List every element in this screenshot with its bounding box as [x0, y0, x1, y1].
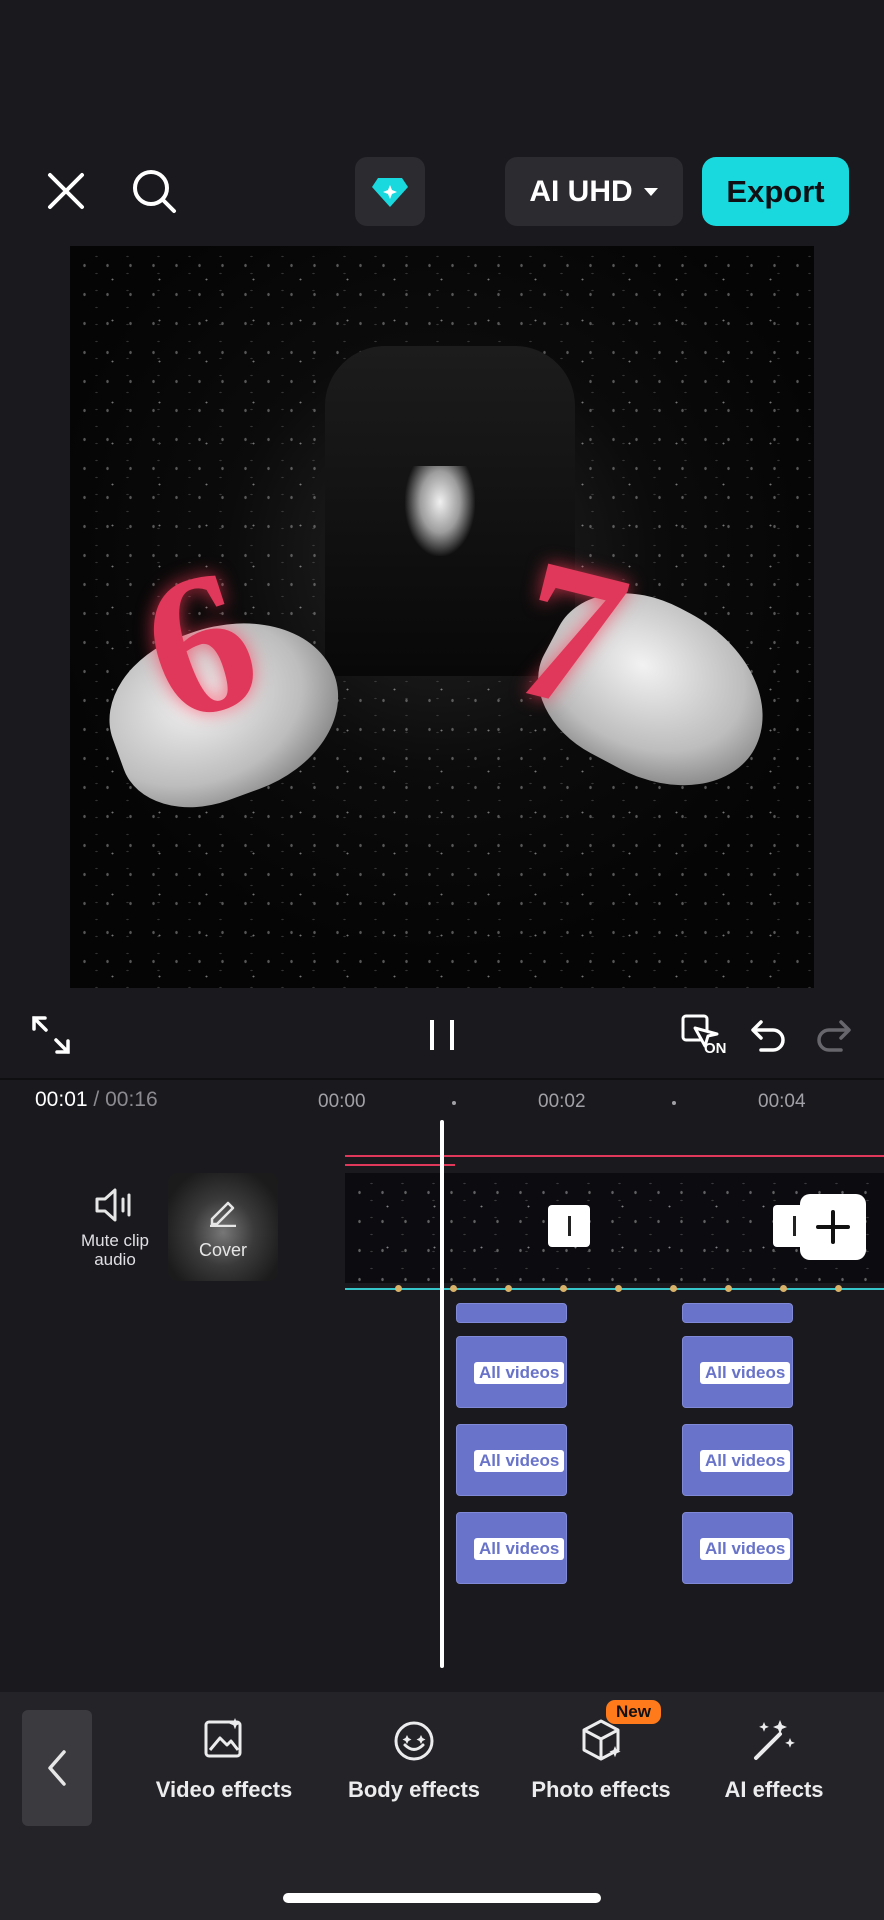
- placeholder-label: All videos: [474, 1362, 565, 1384]
- placeholder-block[interactable]: [682, 1303, 793, 1323]
- placeholder-block[interactable]: All videos: [682, 1512, 793, 1584]
- placeholder-block[interactable]: All videos: [456, 1336, 567, 1408]
- ruler-label-0: 00:00: [318, 1091, 366, 1112]
- back-button[interactable]: [22, 1710, 92, 1826]
- add-clip-button[interactable]: [800, 1194, 866, 1260]
- video-preview[interactable]: 6 7: [70, 246, 814, 988]
- premium-button[interactable]: [355, 157, 425, 226]
- placeholder-label: All videos: [700, 1538, 791, 1560]
- speaker-icon: [95, 1188, 131, 1222]
- ruler-label-2: 00:02: [538, 1091, 586, 1112]
- placeholder-block[interactable]: All videos: [456, 1424, 567, 1496]
- quality-dropdown[interactable]: AI UHD: [505, 157, 683, 226]
- body-effects-icon: [394, 1721, 434, 1761]
- mute-clip-audio-button[interactable]: Mute clip audio: [60, 1185, 170, 1269]
- ai-effects-icon: [754, 1720, 795, 1760]
- ruler-tick: [672, 1101, 676, 1105]
- diamond-icon: [372, 177, 408, 207]
- placeholder-label: All videos: [474, 1538, 565, 1560]
- quality-label: AI UHD: [529, 174, 633, 208]
- keyframe-dot[interactable]: [395, 1285, 402, 1292]
- ruler-label-4: 00:04: [758, 1091, 806, 1112]
- time-separator: /: [93, 1088, 100, 1111]
- pause-icon: [430, 1020, 454, 1050]
- photo-effects-label: Photo effects: [531, 1777, 671, 1802]
- photo-effects-icon: [582, 1719, 621, 1761]
- undo-button[interactable]: [746, 1005, 792, 1065]
- keyframe-dot[interactable]: [835, 1285, 842, 1292]
- current-time: 00:01: [35, 1088, 88, 1111]
- chevron-down-icon: [643, 187, 658, 196]
- redo-icon: [817, 1020, 851, 1052]
- ai-effects-button[interactable]: AI effects: [712, 1716, 836, 1803]
- video-effects-label: Video effects: [155, 1777, 293, 1802]
- keyframe-dot[interactable]: [725, 1285, 732, 1292]
- chevron-left-icon: [48, 1750, 66, 1786]
- cover-button[interactable]: Cover: [168, 1173, 278, 1281]
- fullscreen-button[interactable]: [28, 1005, 74, 1065]
- figure-face: [405, 466, 475, 556]
- redo-button[interactable]: [810, 1005, 856, 1065]
- cover-label: Cover: [198, 1240, 247, 1260]
- plus-icon: [816, 1210, 850, 1244]
- keyframe-dot[interactable]: [780, 1285, 787, 1292]
- ai-effects-label: AI effects: [724, 1777, 824, 1802]
- search-icon: [133, 170, 176, 213]
- placeholder-block[interactable]: All videos: [682, 1336, 793, 1408]
- placeholder-label: All videos: [700, 1362, 791, 1384]
- edit-icon: [210, 1201, 236, 1227]
- undo-icon: [751, 1020, 785, 1052]
- close-icon: [48, 173, 84, 209]
- time-display: 00:01 / 00:16: [35, 1088, 158, 1112]
- keyframe-dot[interactable]: [450, 1285, 457, 1292]
- overlay-track-line: [345, 1164, 455, 1166]
- ruler-tick: [452, 1101, 456, 1105]
- placeholder-block[interactable]: All videos: [682, 1424, 793, 1496]
- placeholder-block[interactable]: [456, 1303, 567, 1323]
- mute-clip-audio-label: Mute clip audio: [80, 1231, 150, 1269]
- placeholder-label: All videos: [474, 1450, 565, 1472]
- video-effects-button[interactable]: Video effects: [144, 1716, 304, 1803]
- keyframe-dot[interactable]: [615, 1285, 622, 1292]
- keyframe-toggle[interactable]: ON: [676, 1005, 732, 1065]
- photo-effects-button[interactable]: Photo effects: [520, 1716, 682, 1803]
- overlay-track-line: [345, 1155, 884, 1157]
- timeline-divider: [0, 1078, 884, 1080]
- total-duration: 00:16: [105, 1088, 158, 1111]
- close-button[interactable]: [40, 165, 92, 217]
- home-indicator[interactable]: [283, 1893, 601, 1903]
- keyframe-dot[interactable]: [505, 1285, 512, 1292]
- fullscreen-icon: [32, 1016, 70, 1054]
- body-effects-label: Body effects: [347, 1777, 481, 1802]
- video-effects-icon: [204, 1718, 242, 1758]
- keyframe-dot[interactable]: [560, 1285, 567, 1292]
- body-effects-button[interactable]: Body effects: [334, 1716, 494, 1803]
- placeholder-label: All videos: [700, 1450, 791, 1472]
- export-button[interactable]: Export: [702, 157, 849, 226]
- pause-button[interactable]: [418, 1005, 466, 1065]
- transition-marker[interactable]: [548, 1205, 590, 1247]
- search-button[interactable]: [126, 163, 182, 219]
- playhead[interactable]: [440, 1120, 444, 1668]
- placeholder-block[interactable]: All videos: [456, 1512, 567, 1584]
- keyframe-dot[interactable]: [670, 1285, 677, 1292]
- keyframe-on-label: ON: [704, 1040, 727, 1057]
